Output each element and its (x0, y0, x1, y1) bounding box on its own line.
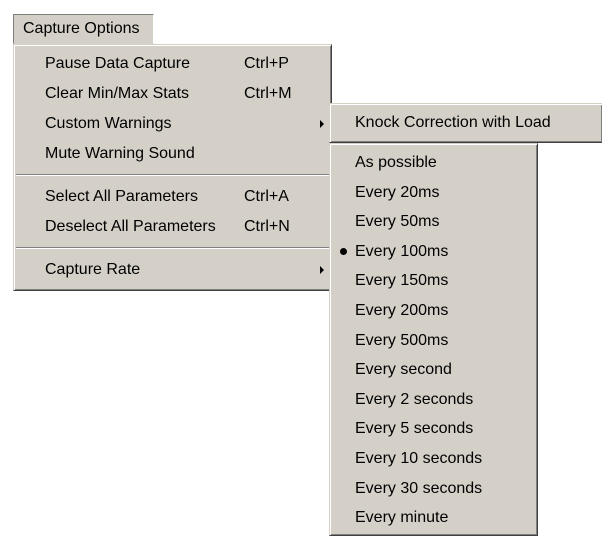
rate-item-10-seconds[interactable]: Every 10 seconds (330, 444, 537, 474)
menu-item-shortcut: Ctrl+M (244, 85, 292, 102)
menu-capture-options[interactable]: Capture Options (13, 14, 154, 44)
menu-item-label: Every 500ms (355, 331, 449, 349)
menu-item-custom-warnings[interactable]: Custom Warnings (14, 109, 331, 139)
menu-item-label: Knock Correction with Load (355, 114, 551, 131)
menu-item-label: Every 30 seconds (355, 479, 483, 497)
menu-item-capture-rate[interactable]: Capture Rate (14, 255, 331, 285)
menu-item-knock-correction-with-load[interactable]: Knock Correction with Load (330, 108, 602, 138)
rate-item-500ms[interactable]: Every 500ms (330, 326, 537, 356)
menu-item-label: Capture Rate (45, 261, 141, 278)
menu-item-label: Deselect All Parameters (45, 218, 216, 235)
menu-separator (14, 169, 331, 182)
menu-item-shortcut: Ctrl+P (244, 55, 289, 72)
menu-item-select-all-parameters[interactable]: Select All Parameters Ctrl+A (14, 182, 331, 212)
menu-separator (14, 242, 331, 255)
menu-item-shortcut: Ctrl+N (244, 218, 290, 235)
menu-item-label: Every 50ms (355, 213, 440, 231)
submenu-arrow-icon (320, 266, 324, 274)
menu-item-label: Every 200ms (355, 301, 449, 319)
rate-item-150ms[interactable]: Every 150ms (330, 266, 537, 296)
rate-item-as-possible[interactable]: As possible (330, 148, 537, 178)
capture-rate-submenu: As possible Every 20ms Every 50ms Every … (329, 143, 538, 536)
menu-item-mute-warning-sound[interactable]: Mute Warning Sound (14, 139, 331, 169)
menu-item-shortcut: Ctrl+A (244, 188, 289, 205)
menu-item-label: Every 2 seconds (355, 390, 474, 408)
menu-item-label: Mute Warning Sound (45, 145, 195, 162)
capture-options-menu: Pause Data Capture Ctrl+P Clear Min/Max … (13, 44, 332, 291)
submenu-arrow-icon (320, 120, 324, 128)
rate-item-100ms[interactable]: Every 100ms (330, 237, 537, 267)
menu-item-clear-min-max-stats[interactable]: Clear Min/Max Stats Ctrl+M (14, 79, 331, 109)
menu-item-label: Every 150ms (355, 272, 449, 290)
menu-item-label: Select All Parameters (45, 188, 198, 205)
menu-item-label: Every 100ms (355, 242, 449, 260)
menu-item-label: Every second (355, 361, 452, 379)
rate-item-50ms[interactable]: Every 50ms (330, 207, 537, 237)
screen: Capture Options Pause Data Capture Ctrl+… (0, 0, 602, 536)
menu-item-label: Pause Data Capture (45, 55, 190, 72)
menu-item-label: Every 10 seconds (355, 449, 483, 467)
menu-item-label: Every 5 seconds (355, 420, 474, 438)
menu-item-label: Clear Min/Max Stats (45, 85, 190, 102)
selected-bullet-icon (340, 247, 347, 255)
rate-item-30-seconds[interactable]: Every 30 seconds (330, 474, 537, 504)
menu-item-pause-data-capture[interactable]: Pause Data Capture Ctrl+P (14, 49, 331, 79)
rate-item-5-seconds[interactable]: Every 5 seconds (330, 414, 537, 444)
rate-item-20ms[interactable]: Every 20ms (330, 178, 537, 208)
rate-item-2-seconds[interactable]: Every 2 seconds (330, 385, 537, 415)
rate-item-every-minute[interactable]: Every minute (330, 503, 537, 533)
menu-item-label: Every 20ms (355, 183, 440, 201)
menu-item-deselect-all-parameters[interactable]: Deselect All Parameters Ctrl+N (14, 212, 331, 242)
menu-item-label: As possible (355, 154, 437, 171)
menu-item-label: Every minute (355, 509, 449, 527)
menu-capture-options-label: Capture Options (23, 20, 140, 37)
rate-item-every-second[interactable]: Every second (330, 355, 537, 385)
custom-warnings-submenu: Knock Correction with Load (329, 103, 602, 143)
menu-item-label: Custom Warnings (45, 115, 172, 132)
rate-item-200ms[interactable]: Every 200ms (330, 296, 537, 326)
